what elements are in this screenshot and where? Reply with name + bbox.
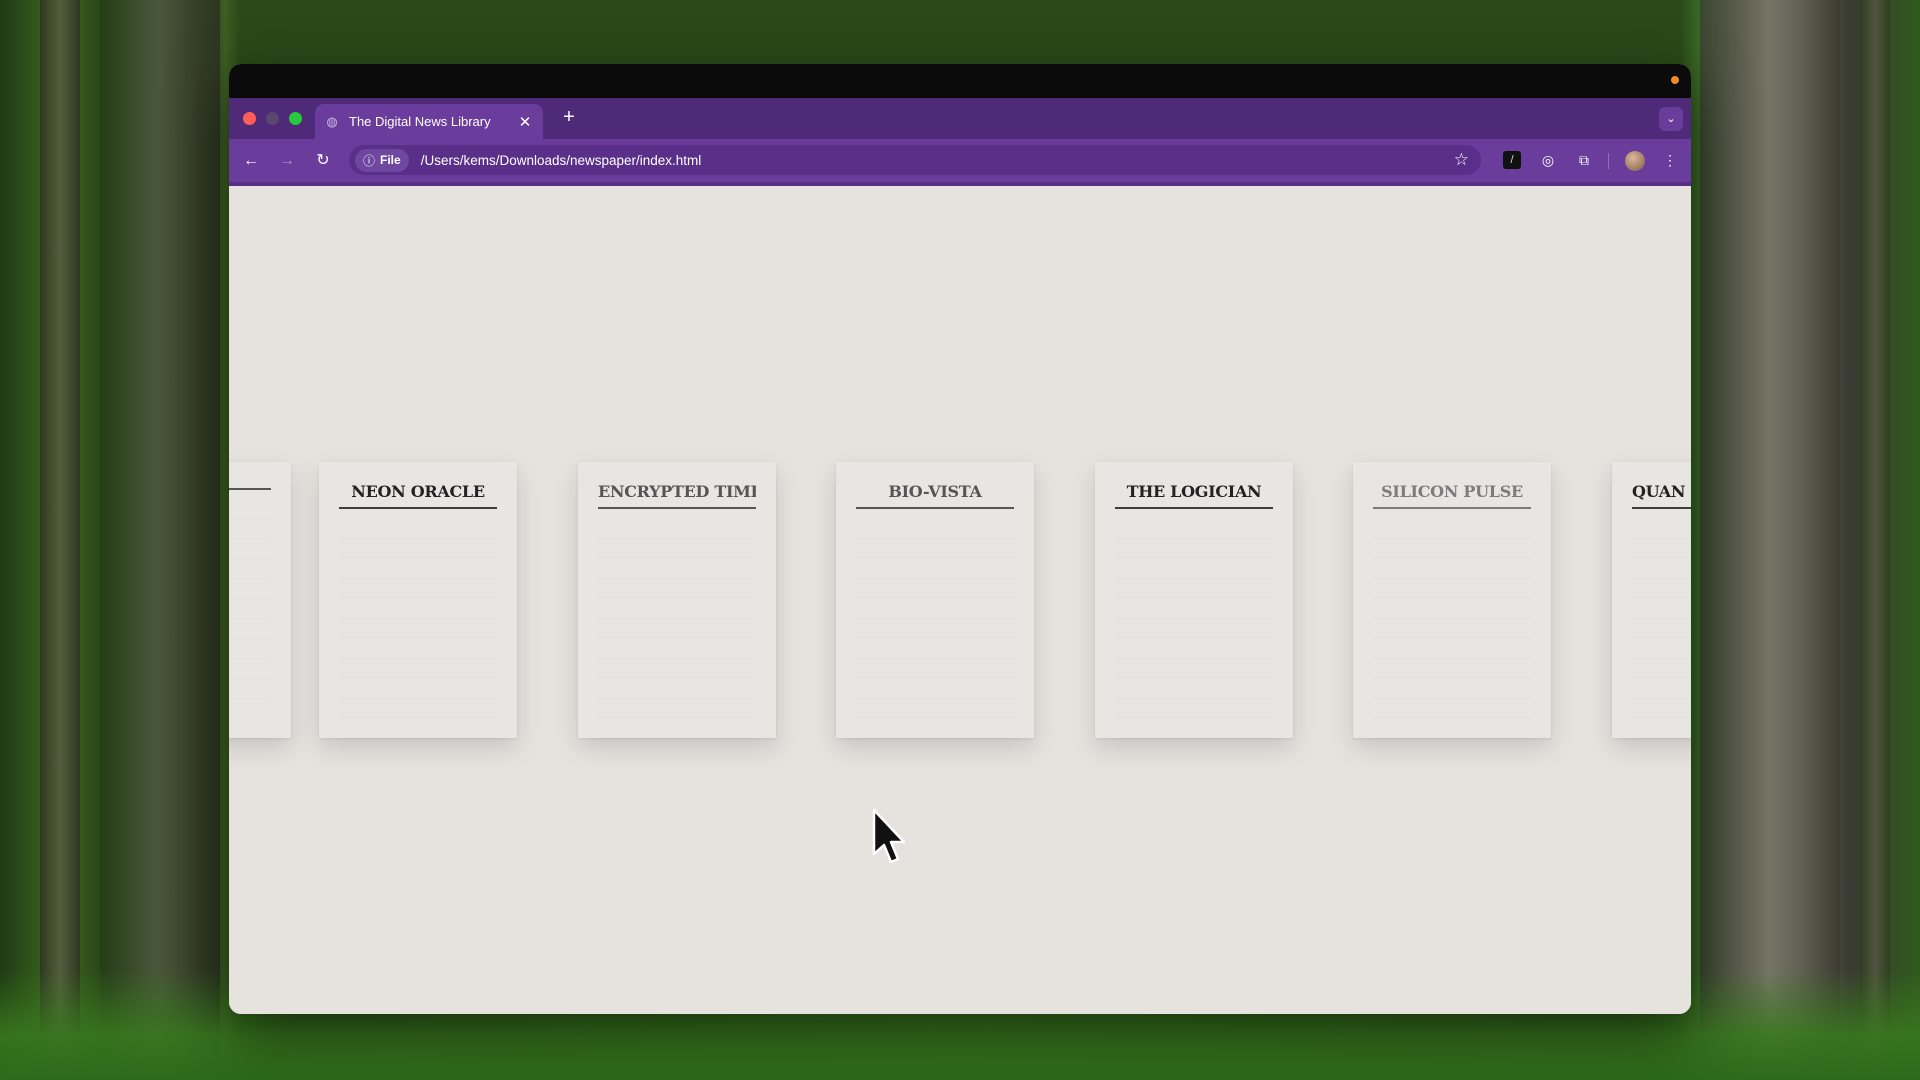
profile-avatar[interactable]	[1625, 151, 1645, 171]
window-controls	[243, 112, 302, 125]
tab-strip: ◍ The Digital News Library ✕ + ⌄	[229, 98, 1691, 139]
newspaper-body	[598, 519, 756, 719]
newspaper-body	[1115, 519, 1273, 719]
newspaper-card[interactable]	[229, 462, 291, 738]
browser-window: ◍ The Digital News Library ✕ + ⌄ ← → ↻ ⓘ…	[229, 64, 1691, 1014]
mouse-pointer-icon	[872, 808, 906, 864]
newspaper-title: THE LOGICIAN	[1115, 482, 1273, 509]
close-tab-icon[interactable]: ✕	[515, 113, 535, 131]
newspaper-title: NEON ORACLE	[339, 482, 497, 509]
terminal-extension-icon[interactable]: /	[1503, 151, 1521, 169]
newspaper-card[interactable]: NEON ORACLE	[319, 462, 517, 738]
scheme-label: File	[380, 153, 401, 167]
newspaper-title: QUAN	[1632, 482, 1691, 509]
page-content: NEON ORACLE ENCRYPTED TIMES BIO-VISTA TH…	[229, 186, 1691, 1014]
newspaper-card[interactable]: QUAN	[1612, 462, 1691, 738]
newspaper-card[interactable]: SILICON PULSE	[1353, 462, 1551, 738]
newspaper-title: SILICON PULSE	[1373, 482, 1531, 509]
newspaper-body	[856, 519, 1014, 719]
newspaper-title	[229, 482, 271, 490]
tree-trunk	[1860, 0, 1890, 1080]
browser-toolbar: ← → ↻ ⓘ File /Users/kems/Downloads/newsp…	[229, 139, 1691, 186]
browser-menu-icon[interactable]: ⋮	[1659, 149, 1681, 171]
minimize-window-button[interactable]	[266, 112, 279, 125]
close-window-button[interactable]	[243, 112, 256, 125]
address-bar[interactable]: ⓘ File /Users/kems/Downloads/newspaper/i…	[349, 145, 1481, 175]
info-icon: ⓘ	[363, 153, 376, 168]
maximize-window-button[interactable]	[289, 112, 302, 125]
forward-arrow-icon[interactable]: →	[275, 149, 299, 173]
url-text[interactable]: /Users/kems/Downloads/newspaper/index.ht…	[421, 153, 702, 168]
site-info-chip[interactable]: ⓘ File	[355, 148, 409, 172]
newspaper-title: BIO-VISTA	[856, 482, 1014, 509]
tree-trunk	[40, 0, 80, 1080]
recording-indicator-icon	[1671, 76, 1679, 84]
reload-icon[interactable]: ↻	[311, 149, 335, 173]
tab-search-chevron-icon[interactable]: ⌄	[1659, 107, 1683, 131]
toolbar-divider	[1608, 153, 1609, 169]
back-arrow-icon[interactable]: ←	[239, 149, 263, 173]
newspaper-body	[229, 500, 271, 700]
tab-title: The Digital News Library	[349, 114, 491, 129]
newspaper-card[interactable]: ENCRYPTED TIMES	[578, 462, 776, 738]
newspaper-body	[339, 519, 497, 719]
tree-trunk	[100, 0, 220, 1080]
newspaper-body	[1373, 519, 1531, 719]
tab-digital-news-library[interactable]: ◍ The Digital News Library ✕	[315, 104, 543, 139]
bookmark-star-icon[interactable]: ☆	[1454, 150, 1469, 170]
screen-recording-bar	[229, 64, 1691, 98]
extension-circle-icon[interactable]: ◎	[1537, 149, 1559, 171]
globe-icon: ◍	[326, 113, 338, 129]
newspaper-card[interactable]: THE LOGICIAN	[1095, 462, 1293, 738]
newspaper-title: ENCRYPTED TIMES	[598, 482, 756, 509]
newspaper-card[interactable]: BIO-VISTA	[836, 462, 1034, 738]
extensions-puzzle-icon[interactable]: ⧉	[1573, 149, 1595, 171]
new-tab-button[interactable]: +	[557, 106, 581, 129]
newspaper-body	[1632, 519, 1691, 719]
tree-trunk	[1700, 0, 1840, 1080]
